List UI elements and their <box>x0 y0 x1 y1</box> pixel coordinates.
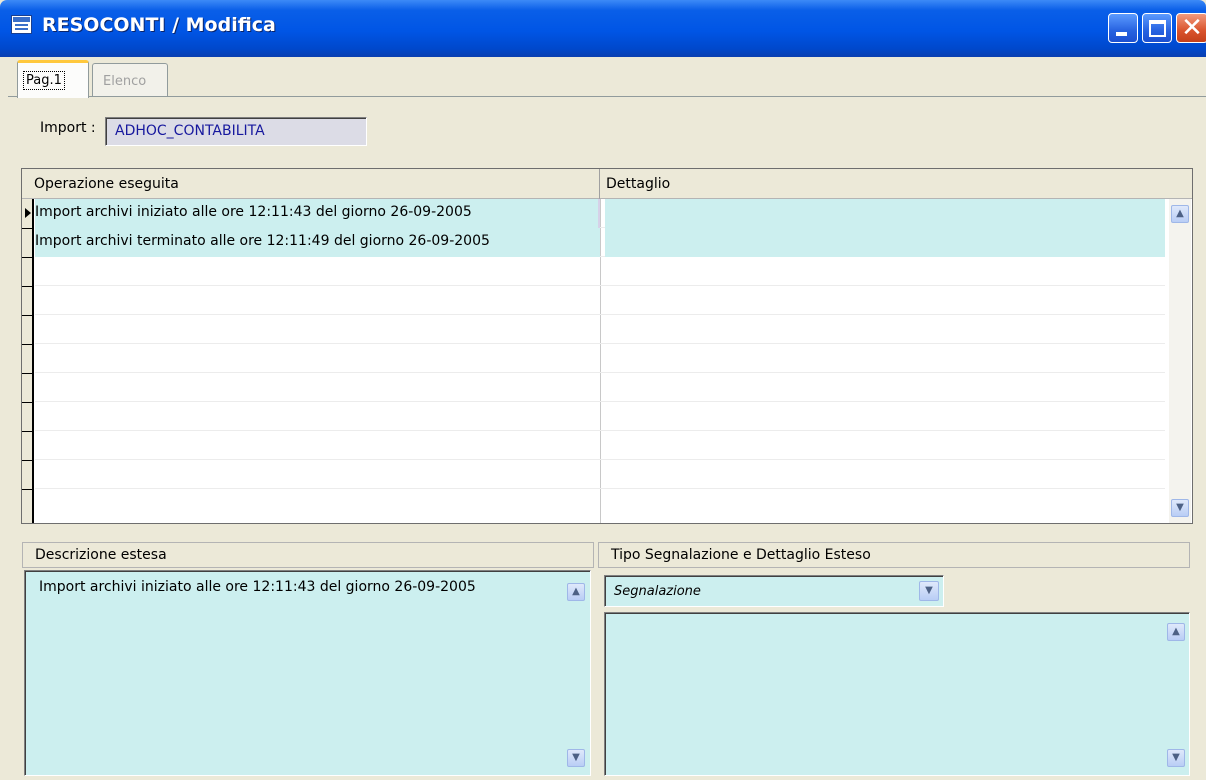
import-label: Import : <box>40 120 96 136</box>
chevron-down-icon[interactable]: ▼ <box>919 581 939 601</box>
table-row[interactable]: Import archivi terminato alle ore 12:11:… <box>35 228 1165 257</box>
table-row-empty[interactable] <box>35 286 1165 315</box>
table-row[interactable]: Import archivi iniziato alle ore 12:11:4… <box>35 199 1165 228</box>
grid-header: Operazione eseguita Dettaglio <box>22 169 1192 199</box>
table-row-empty[interactable] <box>35 344 1165 373</box>
table-row-empty[interactable] <box>35 373 1165 402</box>
cell-dettaglio[interactable] <box>605 199 1165 228</box>
scroll-down-icon[interactable]: ▼ <box>1171 499 1189 517</box>
segnalazione-header: Tipo Segnalazione e Dettaglio Esteso <box>598 542 1190 568</box>
dettaglio-scrollbar[interactable]: ▲ ▼ <box>1165 615 1187 773</box>
table-row-empty[interactable] <box>35 315 1165 344</box>
scroll-down-icon[interactable]: ▼ <box>1167 749 1185 767</box>
tab-elenco-label: Elenco <box>103 74 147 89</box>
operations-grid[interactable]: Operazione eseguita Dettaglio Import arc… <box>21 168 1193 524</box>
table-row-empty[interactable] <box>35 402 1165 431</box>
scroll-up-icon[interactable]: ▲ <box>1171 205 1189 223</box>
close-button[interactable]: ✕ <box>1176 13 1206 43</box>
cell-dettaglio[interactable] <box>605 228 1165 257</box>
scroll-up-icon[interactable]: ▲ <box>1167 623 1185 641</box>
tab-pag1-label: Pag.1 <box>23 71 65 90</box>
column-header-dettaglio[interactable]: Dettaglio <box>600 169 1192 199</box>
table-row-empty[interactable] <box>35 460 1165 489</box>
segnalazione-select[interactable]: Segnalazione ▼ <box>604 575 944 607</box>
tab-elenco[interactable]: Elenco <box>92 63 168 98</box>
grid-scrollbar[interactable]: ▲ ▼ <box>1169 199 1191 523</box>
maximize-icon <box>1149 20 1166 37</box>
descrizione-memo[interactable]: Import archivi iniziato alle ore 12:11:4… <box>24 570 591 776</box>
tab-pag1[interactable]: Pag.1 <box>17 60 89 98</box>
minimize-icon <box>1116 32 1127 36</box>
row-selector-column[interactable] <box>22 199 34 523</box>
close-icon: ✕ <box>1181 13 1203 43</box>
cell-operazione[interactable]: Import archivi terminato alle ore 12:11:… <box>35 228 600 257</box>
minimize-button[interactable] <box>1108 13 1138 43</box>
current-row-arrow-icon <box>25 208 31 218</box>
resoconti-window: RESOCONTI / Modifica ✕ Pag.1 Elenco Impo… <box>0 0 1206 780</box>
app-window-icon <box>11 15 32 34</box>
scroll-down-icon[interactable]: ▼ <box>567 749 585 767</box>
cell-operazione[interactable]: Import archivi iniziato alle ore 12:11:4… <box>35 199 600 228</box>
window-title: RESOCONTI / Modifica <box>42 14 276 36</box>
maximize-button[interactable] <box>1142 13 1172 43</box>
import-field[interactable]: ADHOC_CONTABILITA <box>105 117 367 146</box>
column-header-operazione[interactable]: Operazione eseguita <box>22 169 600 199</box>
scroll-up-icon[interactable]: ▲ <box>567 583 585 601</box>
segnalazione-selected-value: Segnalazione <box>614 584 701 599</box>
descrizione-header: Descrizione estesa <box>22 542 594 568</box>
descrizione-text: Import archivi iniziato alle ore 12:11:4… <box>39 579 476 595</box>
table-row-empty[interactable] <box>35 431 1165 460</box>
table-row-empty[interactable] <box>35 257 1165 286</box>
dettaglio-esteso-memo[interactable]: ▲ ▼ <box>604 612 1190 776</box>
descrizione-scrollbar[interactable]: ▲ ▼ <box>565 573 587 773</box>
title-bar[interactable]: RESOCONTI / Modifica ✕ <box>0 0 1206 57</box>
